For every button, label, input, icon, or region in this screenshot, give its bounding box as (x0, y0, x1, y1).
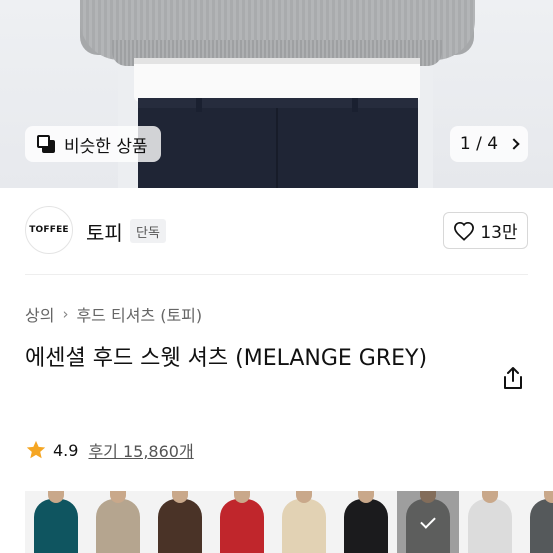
hoodie-swatch (220, 499, 264, 553)
color-option-black-hoodie[interactable] (335, 491, 397, 553)
page-total: 4 (487, 134, 499, 154)
image-pagination[interactable]: 1 / 4 (450, 126, 528, 162)
rating-score: 4.9 (53, 440, 79, 460)
hoodie-swatch (96, 499, 140, 553)
hoodie-swatch (34, 499, 78, 553)
similar-products-button[interactable]: 비슷한 상품 (25, 126, 161, 162)
belt-loop (196, 98, 202, 112)
check-icon (420, 513, 436, 529)
belt-loop (352, 98, 358, 112)
color-option-teal-hoodie[interactable] (25, 491, 87, 553)
star-icon (26, 440, 46, 459)
breadcrumb-item-subcategory[interactable]: 후드 티셔츠 (토피) (76, 302, 202, 326)
chevron-right-icon: › (62, 305, 69, 323)
hoodie-swatch (530, 499, 553, 553)
breadcrumb: 상의 › 후드 티셔츠 (토피) (25, 302, 202, 326)
hoodie-swatch (158, 499, 202, 553)
page-current: 1 (459, 134, 471, 154)
like-button[interactable]: 13만 (443, 212, 528, 249)
exclusive-badge: 단독 (130, 219, 166, 243)
heart-icon (454, 221, 475, 241)
brand-logo[interactable]: TOFFEE (25, 206, 73, 254)
hoodie-swatch (468, 499, 512, 553)
divider (25, 274, 528, 275)
like-count: 13만 (480, 223, 518, 243)
product-image[interactable]: 비슷한 상품 1 / 4 (0, 0, 553, 188)
color-option-light-grey-hoodie[interactable] (459, 491, 521, 553)
hoodie-swatch (344, 499, 388, 553)
color-option-melange-grey-hoodie[interactable] (397, 491, 459, 553)
color-option-beige-hoodie[interactable] (87, 491, 149, 553)
rating: 4.9 후기 15,860개 (25, 438, 194, 462)
color-option-cream-hoodie[interactable] (273, 491, 335, 553)
jeans-seam (276, 108, 278, 188)
color-options (25, 491, 553, 553)
page-indicator: 1 / 4 (460, 134, 498, 154)
color-option-charcoal-hoodie[interactable] (521, 491, 553, 553)
hoodie-swatch (282, 499, 326, 553)
product-title: 에센셜 후드 스웻 셔츠 (MELANGE GREY) (25, 346, 428, 371)
color-option-red-hoodie[interactable] (211, 491, 273, 553)
brand-name[interactable]: 토피 (86, 217, 123, 246)
tshirt-shadow (134, 58, 420, 64)
similar-icon (36, 134, 56, 154)
reviews-link[interactable]: 후기 15,860개 (88, 438, 193, 462)
model-face (420, 491, 436, 503)
breadcrumb-item-category[interactable]: 상의 (25, 302, 54, 326)
jeans (138, 98, 418, 188)
color-option-brown-hoodie[interactable] (149, 491, 211, 553)
jeans-waistband (138, 98, 418, 108)
chevron-right-icon (508, 138, 520, 150)
share-icon[interactable] (500, 365, 526, 391)
similar-products-label: 비슷한 상품 (64, 136, 148, 157)
brand-logo-text: TOFFEE (29, 225, 69, 235)
tshirt-hem (134, 58, 420, 102)
page-separator: / (476, 134, 482, 154)
